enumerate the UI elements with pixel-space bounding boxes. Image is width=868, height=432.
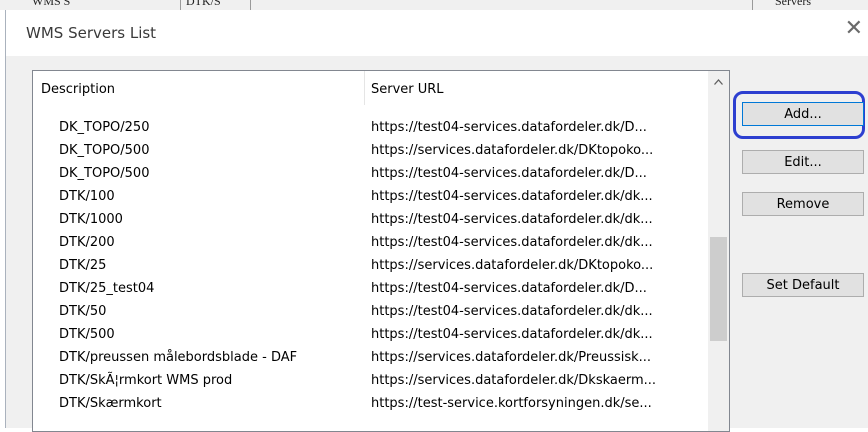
server-url-cell: https://test-service.kortforsyningen.dk/… [371, 396, 652, 411]
table-row[interactable]: DK_TOPO/250 https://test04-services.dataf… [33, 117, 707, 140]
description-cell: DTK/50 [59, 304, 107, 319]
table-row[interactable]: DTK/200 https://test04-services.dataforde… [33, 232, 707, 255]
table-row[interactable]: DTK/50 https://test04-services.datafordel… [33, 301, 707, 324]
background-divider [180, 0, 181, 10]
description-cell: DTK/1000 [59, 212, 123, 227]
background-window-strip: WMS S DTK/S Servers [0, 0, 868, 10]
remove-button[interactable]: Remove [742, 192, 864, 216]
description-cell: DTK/200 [59, 235, 115, 250]
scrollbar-thumb[interactable] [710, 237, 727, 341]
description-cell: DTK/preussen målebordsblade - DAF [59, 350, 298, 365]
background-divider [752, 0, 753, 10]
table-row[interactable]: DTK/1000 https://test04-services.dataford… [33, 209, 707, 232]
server-url-cell: https://services.datafordeler.dk/Dkskaer… [371, 373, 657, 388]
background-text: Servers [775, 0, 811, 8]
list-header: Description Server URL [33, 71, 707, 105]
server-url-cell: https://services.datafordeler.dk/DKtopok… [371, 143, 654, 158]
table-row[interactable]: DTK/SkÃ¦rmkort WMS prod https://services.… [33, 370, 707, 393]
description-cell: DTK/Skærmkort [59, 396, 162, 411]
dialog-titlebar: WMS Servers List ✕ [6, 10, 868, 56]
background-text: DTK/S [186, 0, 221, 8]
server-url-cell: https://services.datafordeler.dk/Preussi… [371, 350, 652, 365]
close-icon[interactable]: ✕ [845, 16, 863, 41]
wms-servers-dialog: WMS Servers List ✕ Description Server UR… [5, 10, 868, 432]
chevron-up-icon[interactable] [708, 71, 729, 92]
dialog-title: WMS Servers List [26, 24, 157, 42]
description-cell: DTK/25 [59, 258, 107, 273]
server-url-cell: https://test04-services.datafordeler.dk/… [371, 327, 653, 342]
server-url-cell: https://test04-services.datafordeler.dk/… [371, 281, 647, 296]
description-cell: DK_TOPO/500 [59, 143, 150, 158]
description-cell: DTK/25_test04 [59, 281, 155, 296]
add-button[interactable]: Add... [742, 102, 864, 126]
description-cell: DK_TOPO/500 [59, 166, 150, 181]
column-divider[interactable] [364, 71, 365, 105]
description-cell: DK_TOPO/250 [59, 120, 150, 135]
description-cell: DTK/500 [59, 327, 115, 342]
edit-button[interactable]: Edit... [742, 150, 864, 174]
table-row[interactable]: DTK/25 https://services.datafordeler.dk/D… [33, 255, 707, 278]
set-default-button[interactable]: Set Default [742, 273, 864, 297]
server-url-cell: https://test04-services.datafordeler.dk/… [371, 212, 653, 227]
server-url-cell: https://test04-services.datafordeler.dk/… [371, 166, 647, 181]
vertical-scrollbar[interactable] [708, 71, 729, 431]
description-cell: DTK/100 [59, 189, 115, 204]
table-row[interactable]: DTK/Skærmkort https://test-service.kortfo… [33, 393, 707, 416]
table-row[interactable]: DTK/500 https://test04-services.dataforde… [33, 324, 707, 347]
description-cell: DTK/SkÃ¦rmkort WMS prod [59, 373, 233, 388]
background-divider [250, 0, 251, 10]
table-row[interactable]: DTK/preussen målebordsblade - DAF https:/… [33, 347, 707, 370]
table-row[interactable]: DTK/25_test04 https://test04-services.dat… [33, 278, 707, 301]
server-url-cell: https://test04-services.datafordeler.dk/… [371, 120, 647, 135]
table-row[interactable]: DK_TOPO/500 https://test04-services.dataf… [33, 163, 707, 186]
background-text: WMS S [32, 0, 71, 8]
table-row[interactable]: DTK/100 https://test04-services.dataforde… [33, 186, 707, 209]
servers-list[interactable]: Description Server URL DK_TOPO/250 https:… [32, 70, 730, 432]
server-url-cell: https://services.datafordeler.dk/DKtopok… [371, 258, 654, 273]
server-url-cell: https://test04-services.datafordeler.dk/… [371, 235, 653, 250]
column-header-server-url[interactable]: Server URL [371, 82, 444, 97]
table-row[interactable]: DK_TOPO/500 https://services.datafordeler… [33, 140, 707, 163]
column-header-description[interactable]: Description [41, 82, 115, 97]
server-url-cell: https://test04-services.datafordeler.dk/… [371, 304, 653, 319]
server-url-cell: https://test04-services.datafordeler.dk/… [371, 189, 653, 204]
